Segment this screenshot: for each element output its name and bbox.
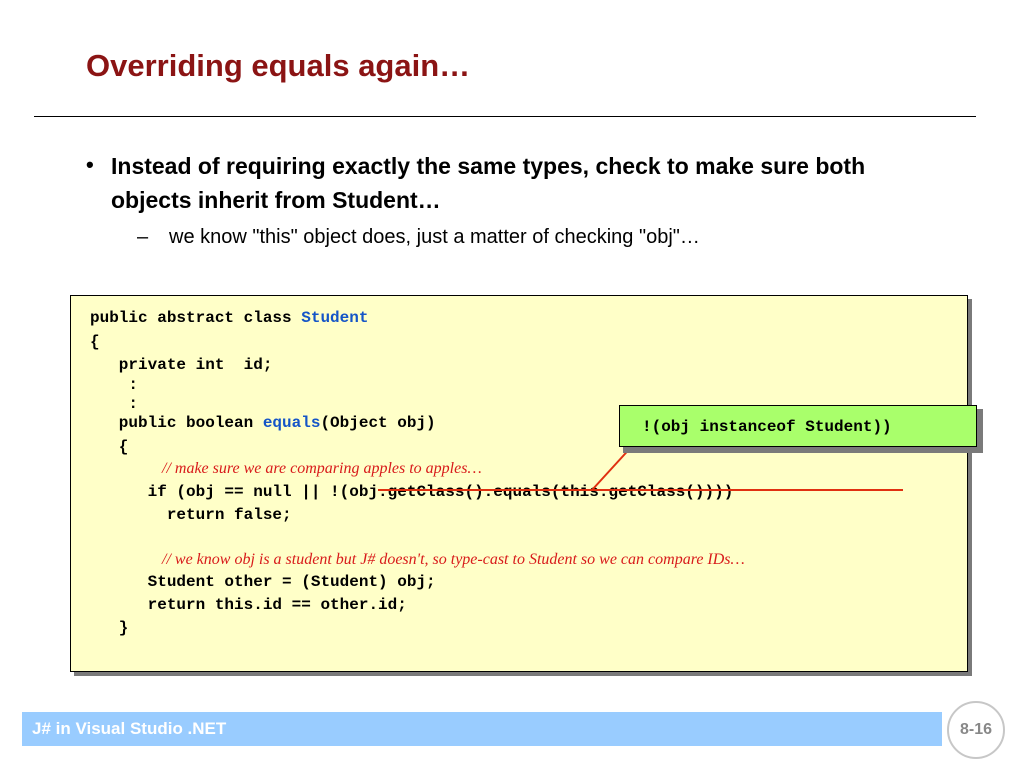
code-method-name: equals <box>262 414 321 432</box>
code-line-if-check: if (obj == null || !(obj.getClass().equa… <box>90 483 734 501</box>
code-line-ellipsis-1: : <box>90 376 139 394</box>
code-keywords: public abstract class <box>90 309 302 327</box>
sub-bullet-text: we know "this" object does, just a matte… <box>169 226 700 248</box>
slide-title: Overriding equals again… <box>86 48 471 83</box>
sub-bullet-marker: – <box>137 226 149 248</box>
bullet-marker: • <box>86 152 94 177</box>
callout-replacement-code: !(obj instanceof Student)) <box>619 405 977 447</box>
code-comment-apples: // make sure we are comparing apples to … <box>162 460 482 477</box>
code-line-ellipsis-2: : <box>90 395 139 413</box>
code-line-field: private int id; <box>90 356 273 374</box>
code-line-method-close-brace: } <box>90 619 129 637</box>
code-method-params: (Object obj) <box>320 414 436 432</box>
code-line-cast: Student other = (Student) obj; <box>90 573 436 591</box>
code-line-open-brace: { <box>90 333 100 351</box>
bullet-text: Instead of requiring exactly the same ty… <box>111 153 866 213</box>
page-number-badge: 8-16 <box>947 701 1005 759</box>
code-comment-type-cast: // we know obj is a student but J# doesn… <box>162 551 745 568</box>
title-divider <box>34 116 976 117</box>
footer-text: J# in Visual Studio .NET <box>32 719 227 738</box>
code-method-keywords: public boolean <box>90 414 263 432</box>
code-line-return-false: return false; <box>90 506 292 524</box>
code-line-class-declaration: public abstract class Student <box>90 308 368 328</box>
code-line-method-signature: public boolean equals(Object obj) <box>90 413 436 433</box>
code-line-method-open-brace: { <box>90 438 129 456</box>
code-class-name: Student <box>301 309 369 327</box>
code-line-return-compare: return this.id == other.id; <box>90 596 407 614</box>
